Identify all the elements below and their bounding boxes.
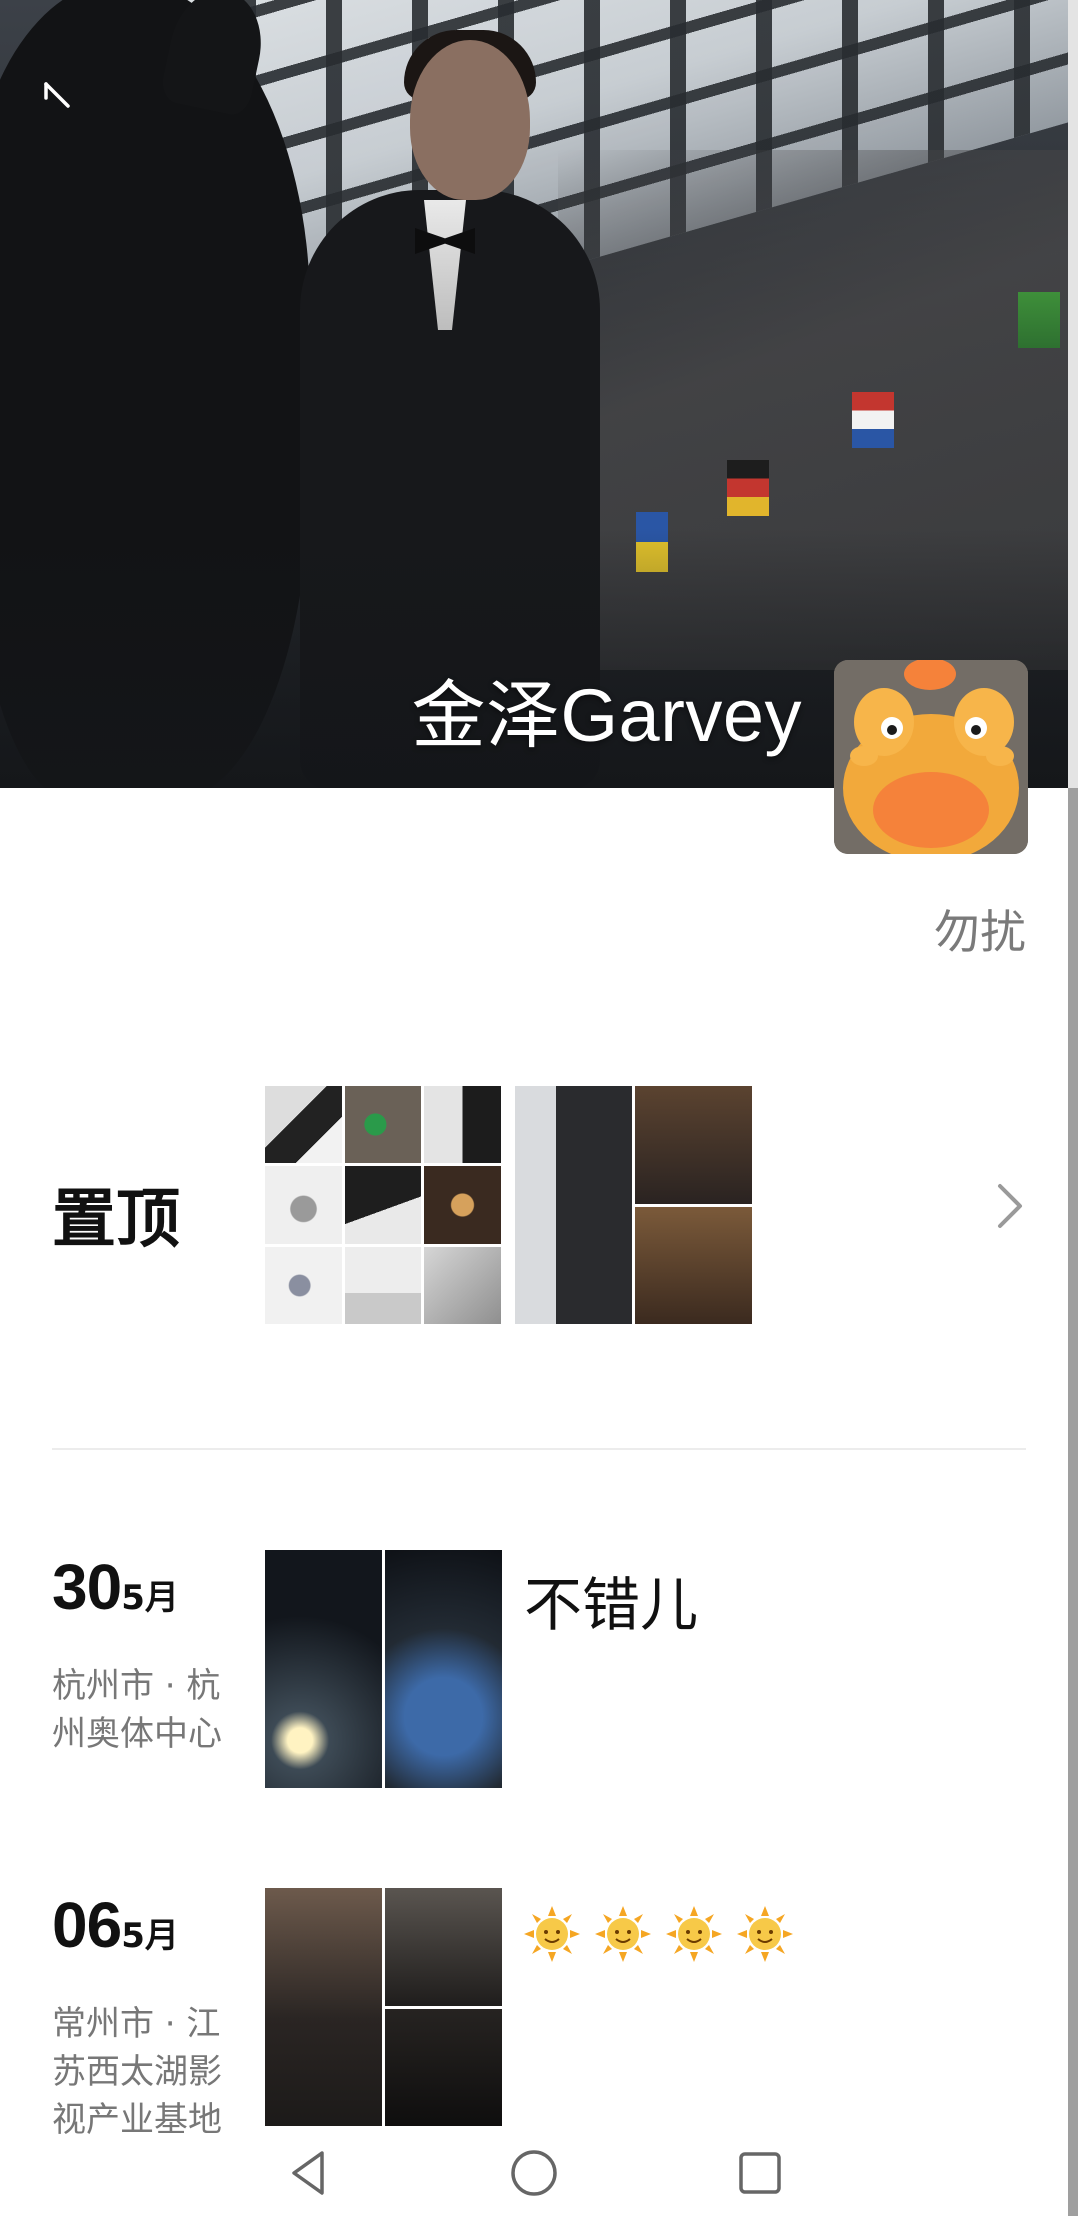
nav-recents-icon — [739, 2152, 781, 2194]
post-location: 杭州市 · 杭州奥体中心 — [52, 1666, 222, 1754]
thumb-photo — [265, 1086, 342, 1164]
post-date-month: 5月 — [121, 1916, 179, 1956]
pinned-thumb-grid-jewelry[interactable] — [265, 1086, 501, 1324]
thumb-photo — [265, 1888, 382, 2126]
post-item[interactable]: 065月 常州市 · 江苏西太湖影视产业基地 — [0, 1888, 1078, 2140]
post-emoji-row — [522, 1904, 795, 1964]
back-arrow-icon — [44, 80, 70, 108]
profile-name: 金泽Garvey — [411, 674, 802, 757]
pinned-row[interactable]: 置顶 — [0, 1060, 1078, 1360]
chevron-right-icon[interactable] — [990, 1178, 1030, 1234]
rider-head — [410, 40, 530, 200]
thumb-photo — [424, 1086, 501, 1164]
back-button[interactable] — [28, 64, 88, 124]
post-date-day: 30 — [52, 1551, 122, 1623]
thumb-photo — [265, 1166, 342, 1244]
avatar-cartoon-icon — [834, 660, 1028, 854]
thumb-photo — [515, 1086, 632, 1324]
post-thumb-grid[interactable] — [265, 1550, 502, 1788]
post-location: 常州市 · 江苏西太湖影视产业基地 — [52, 2004, 222, 2140]
pinned-thumb-grid-portraits[interactable] — [515, 1086, 752, 1324]
thumb-photo — [265, 1246, 342, 1324]
divider — [52, 1448, 1026, 1450]
nav-home-button[interactable] — [506, 2145, 562, 2201]
thumb-photo — [344, 1166, 422, 1244]
nav-back-icon — [292, 2151, 324, 2195]
thumb-photo — [344, 1246, 422, 1324]
flag-brazil — [1018, 292, 1060, 348]
thumb-photo — [265, 1550, 382, 1788]
post-date: 065月 — [52, 1888, 179, 1962]
profile-signature: 勿扰 — [934, 905, 1026, 959]
sun-face-icon — [524, 1906, 580, 1962]
flag-germany — [727, 460, 769, 516]
nav-back-button[interactable] — [280, 2145, 336, 2201]
thumb-photo — [385, 1888, 502, 2006]
post-date-day: 06 — [52, 1889, 122, 1961]
post-date: 305月 — [52, 1550, 179, 1624]
sun-face-icon — [595, 1906, 651, 1962]
sun-face-icon — [666, 1906, 722, 1962]
pinned-label: 置顶 — [52, 1183, 180, 1257]
thumb-photo — [635, 1206, 752, 1324]
post-thumb-grid[interactable] — [265, 1888, 502, 2126]
nav-recents-button[interactable] — [732, 2145, 788, 2201]
flag-netherlands — [852, 392, 894, 448]
scrollbar-thumb[interactable] — [1068, 788, 1078, 2216]
thumb-photo — [344, 1086, 422, 1164]
thumb-photo — [635, 1086, 752, 1204]
post-item[interactable]: 305月 杭州市 · 杭州奥体中心 不错儿 — [0, 1550, 1078, 1790]
thumb-photo — [424, 1246, 501, 1324]
thumb-photo — [385, 2008, 502, 2126]
thumb-photo — [385, 1550, 502, 1788]
avatar[interactable] — [834, 660, 1028, 854]
sun-face-icon — [737, 1906, 793, 1962]
post-text: 不错儿 — [524, 1571, 699, 1639]
system-nav-bar — [0, 2130, 1068, 2216]
post-date-month: 5月 — [121, 1578, 179, 1618]
thumb-photo — [424, 1166, 501, 1244]
nav-home-icon — [511, 2150, 557, 2196]
